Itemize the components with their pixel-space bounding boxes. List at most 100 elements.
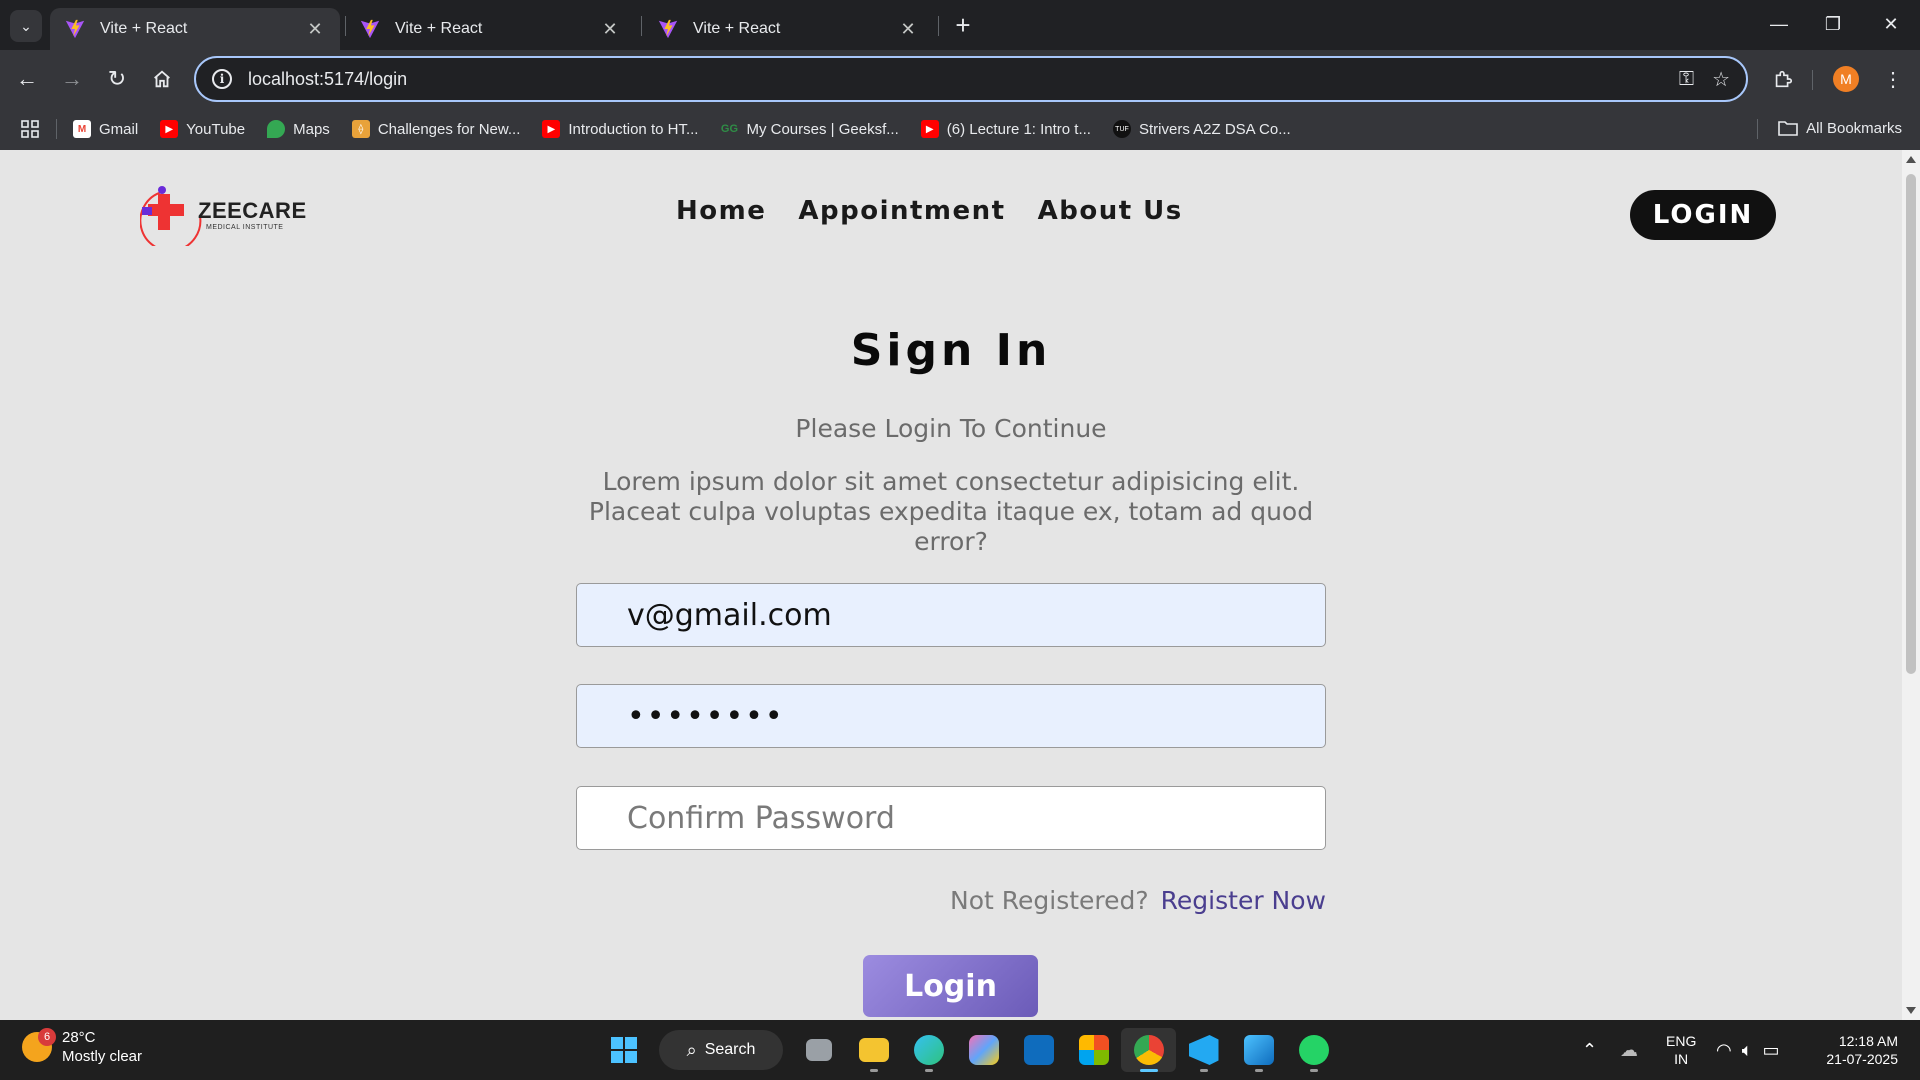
task-view-icon	[805, 1039, 832, 1061]
close-icon[interactable]: ✕	[599, 19, 621, 40]
page-scrollbar[interactable]	[1902, 150, 1920, 1020]
nav-about-us[interactable]: About Us	[1038, 196, 1183, 226]
not-registered-text: Not Registered?	[950, 886, 1149, 915]
running-indicator	[1309, 1069, 1318, 1072]
page-description: Lorem ipsum dolor sit amet consectetur a…	[588, 467, 1314, 556]
reload-icon: ↻	[107, 66, 127, 91]
edge-icon	[913, 1035, 944, 1065]
whatsapp-button[interactable]	[1286, 1028, 1341, 1072]
language-indicator[interactable]: ENG IN	[1666, 1032, 1696, 1068]
nav-home[interactable]: Home	[676, 196, 766, 226]
key-icon[interactable]: ⚿	[1679, 68, 1694, 91]
extensions-button[interactable]	[1766, 62, 1800, 96]
edge-button[interactable]	[901, 1028, 956, 1072]
gmail-icon: M	[73, 120, 91, 138]
all-bookmarks-label: All Bookmarks	[1806, 119, 1902, 137]
restore-window-button[interactable]: ❐	[1810, 6, 1856, 42]
profile-button[interactable]: M	[1829, 62, 1863, 96]
email-input[interactable]	[576, 583, 1326, 647]
bookmark-gmail[interactable]: M Gmail	[73, 120, 138, 138]
address-bar[interactable]: i localhost:5174/login ⚿ ☆	[194, 56, 1748, 102]
scrollbar-thumb[interactable]	[1906, 174, 1916, 674]
tab-3[interactable]: Vite + React ✕	[643, 8, 933, 50]
minimize-window-button[interactable]: —	[1756, 6, 1802, 42]
bookmark-maps[interactable]: Maps	[267, 120, 330, 138]
task-view-button[interactable]	[791, 1028, 846, 1072]
register-now-link[interactable]: Register Now	[1161, 886, 1326, 915]
clock-date: 21-07-2025	[1826, 1051, 1898, 1067]
tab-1[interactable]: Vite + React ✕	[50, 8, 340, 50]
forward-button[interactable]: →	[55, 62, 89, 96]
kebab-menu-icon: ⋮	[1883, 68, 1903, 91]
back-button[interactable]: ←	[10, 62, 44, 96]
browser-toolbar: ← → ↻ i localhost:5174/login ⚿ ☆ M ⋮	[0, 50, 1920, 108]
weather-widget[interactable]: 6 28°C Mostly clear	[22, 1028, 142, 1066]
bookmark-strivers[interactable]: TUF Strivers A2Z DSA Co...	[1112, 120, 1291, 138]
youtube-icon: ▶	[160, 120, 179, 138]
bookmark-geeksforgeeks[interactable]: GG My Courses | Geeksf...	[720, 120, 899, 138]
bookmark-label: Maps	[293, 120, 330, 138]
browser-menu-button[interactable]: ⋮	[1876, 62, 1910, 96]
header-login-button[interactable]: LOGIN	[1630, 190, 1776, 240]
site-logo[interactable]: ZEECARE MEDICAL INSTITUTE	[140, 182, 306, 246]
confirm-password-input[interactable]	[576, 786, 1326, 850]
search-label: Search	[704, 1041, 756, 1058]
folder-icon	[1778, 121, 1798, 136]
nav-appointment[interactable]: Appointment	[798, 196, 1005, 226]
running-indicator	[869, 1069, 878, 1072]
bookmark-lecture[interactable]: ▶ (6) Lecture 1: Intro t...	[920, 120, 1091, 138]
new-tab-button[interactable]: +	[948, 10, 978, 40]
star-icon[interactable]: ☆	[1712, 67, 1730, 92]
all-bookmarks-button[interactable]: All Bookmarks	[1778, 119, 1902, 137]
site-info-icon[interactable]: i	[212, 69, 232, 89]
battery-icon: ▭	[1762, 1039, 1780, 1060]
app-button[interactable]	[1011, 1028, 1066, 1072]
copilot-icon	[968, 1035, 999, 1065]
taskbar-search[interactable]: ⌕ Search	[659, 1030, 783, 1070]
home-button[interactable]	[145, 62, 179, 96]
clock-time: 12:18 AM	[1838, 1033, 1898, 1049]
login-submit-button[interactable]: Login	[863, 955, 1038, 1017]
quick-settings-button[interactable]: ◠ 🔈︎ ▭	[1716, 1020, 1780, 1080]
photos-icon	[1243, 1035, 1274, 1065]
avatar: M	[1833, 66, 1859, 92]
page-content: ZEECARE MEDICAL INSTITUTE Home Appointme…	[0, 150, 1902, 1020]
onedrive-button[interactable]: ☁	[1620, 1020, 1638, 1080]
reload-button[interactable]: ↻	[100, 62, 134, 96]
vscode-icon	[1188, 1035, 1219, 1065]
running-indicator	[924, 1069, 933, 1072]
url-text[interactable]: localhost:5174/login	[248, 69, 1661, 90]
apps-button[interactable]	[20, 119, 40, 139]
bookmark-label: (6) Lecture 1: Intro t...	[946, 120, 1091, 138]
close-icon[interactable]: ✕	[304, 19, 326, 40]
toolbar-separator	[1812, 70, 1813, 90]
copilot-button[interactable]	[956, 1028, 1011, 1072]
bookmark-separator	[1757, 119, 1758, 139]
chrome-button[interactable]	[1121, 1028, 1176, 1072]
vscode-button[interactable]	[1176, 1028, 1231, 1072]
folder-icon	[858, 1038, 889, 1062]
youtube-icon: ▶	[542, 120, 561, 138]
search-icon: ⌕	[686, 1039, 697, 1060]
close-icon[interactable]: ✕	[897, 19, 919, 40]
store-icon	[1078, 1035, 1109, 1065]
tab-search-button[interactable]: ⌄	[10, 10, 42, 42]
restore-icon: ❐	[1824, 13, 1842, 34]
whatsapp-icon	[1298, 1035, 1329, 1065]
scroll-up-icon[interactable]	[1906, 156, 1916, 163]
clock[interactable]: 12:18 AM 21-07-2025	[1826, 1032, 1898, 1068]
start-button[interactable]	[596, 1028, 651, 1072]
bookmark-challenges[interactable]: ⟠ Challenges for New...	[351, 120, 520, 138]
store-button[interactable]	[1066, 1028, 1121, 1072]
password-input[interactable]	[576, 684, 1326, 748]
scroll-down-icon[interactable]	[1906, 1007, 1916, 1014]
close-window-button[interactable]: ✕	[1868, 6, 1914, 42]
show-hidden-icons-button[interactable]: ⌃	[1582, 1020, 1597, 1080]
bookmark-label: Introduction to HT...	[568, 120, 699, 138]
tab-title: Vite + React	[395, 20, 483, 37]
file-explorer-button[interactable]	[846, 1028, 901, 1072]
bookmark-youtube[interactable]: ▶ YouTube	[160, 120, 245, 138]
bookmark-html-intro[interactable]: ▶ Introduction to HT...	[542, 120, 698, 138]
photos-button[interactable]	[1231, 1028, 1286, 1072]
tab-2[interactable]: Vite + React ✕	[345, 8, 635, 50]
